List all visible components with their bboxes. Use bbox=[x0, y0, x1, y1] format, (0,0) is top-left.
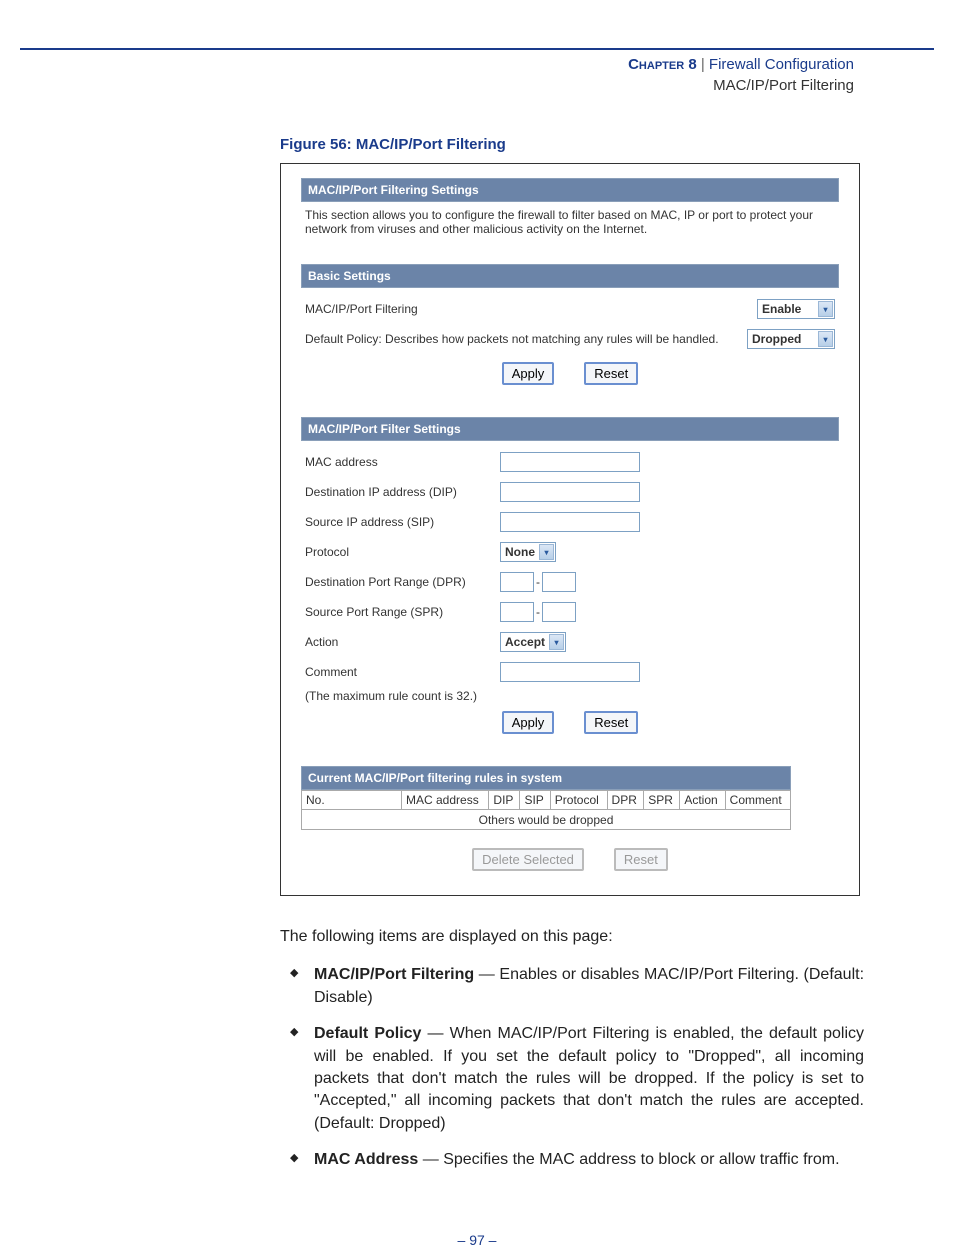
spr-to-input[interactable] bbox=[542, 602, 576, 622]
filtering-select-value: Enable bbox=[762, 302, 801, 316]
figure-caption: Figure 56: MAC/IP/Port Filtering bbox=[280, 136, 864, 153]
th-spr: SPR bbox=[644, 791, 680, 810]
max-rule-note: (The maximum rule count is 32.) bbox=[305, 689, 835, 703]
th-protocol: Protocol bbox=[550, 791, 607, 810]
list-item: Default Policy — When MAC/IP/Port Filter… bbox=[300, 1023, 864, 1135]
item-desc: — Specifies the MAC address to block or … bbox=[418, 1151, 839, 1168]
reset-button[interactable]: Reset bbox=[584, 362, 638, 385]
chevron-down-icon: ▾ bbox=[818, 331, 833, 347]
spr-label: Source Port Range (SPR) bbox=[305, 605, 500, 619]
screenshot-panel: MAC/IP/Port Filtering Settings This sect… bbox=[280, 163, 860, 896]
dpr-from-input[interactable] bbox=[500, 572, 534, 592]
mac-label: MAC address bbox=[305, 455, 500, 469]
chevron-down-icon: ▾ bbox=[549, 634, 564, 650]
item-term: MAC/IP/Port Filtering bbox=[314, 966, 474, 983]
chevron-down-icon: ▾ bbox=[818, 301, 833, 317]
chevron-down-icon: ▾ bbox=[539, 544, 554, 560]
mac-input[interactable] bbox=[500, 452, 640, 472]
comment-label: Comment bbox=[305, 665, 500, 679]
th-comment: Comment bbox=[725, 791, 790, 810]
delete-selected-button[interactable]: Delete Selected bbox=[472, 848, 584, 871]
protocol-value: None bbox=[505, 545, 535, 559]
default-policy-select[interactable]: Dropped ▾ bbox=[747, 329, 835, 349]
th-sip: SIP bbox=[520, 791, 550, 810]
chapter-number: Chapter 8 bbox=[628, 56, 697, 73]
action-select[interactable]: Accept ▾ bbox=[500, 632, 566, 652]
dpr-label: Destination Port Range (DPR) bbox=[305, 575, 500, 589]
dash-sep: - bbox=[536, 605, 540, 619]
comment-input[interactable] bbox=[500, 662, 640, 682]
settings-panel-title: MAC/IP/Port Filtering Settings bbox=[301, 178, 839, 202]
basic-settings-title: Basic Settings bbox=[301, 264, 839, 288]
chapter-title: Firewall Configuration bbox=[709, 56, 854, 73]
filtering-select[interactable]: Enable ▾ bbox=[757, 299, 835, 319]
rules-panel-title: Current MAC/IP/Port filtering rules in s… bbox=[301, 766, 791, 790]
intro-text: The following items are displayed on thi… bbox=[280, 926, 864, 948]
apply-button[interactable]: Apply bbox=[502, 362, 555, 385]
section-subtitle: MAC/IP/Port Filtering bbox=[0, 75, 854, 96]
chapter-header: Chapter 8 | Firewall Configuration bbox=[0, 54, 854, 75]
rules-table: No. MAC address DIP SIP Protocol DPR SPR… bbox=[301, 790, 791, 830]
page-number: – 97 – bbox=[0, 1232, 954, 1248]
table-row: Others would be dropped bbox=[302, 810, 791, 830]
separator: | bbox=[701, 56, 705, 73]
item-term: Default Policy bbox=[314, 1025, 421, 1042]
sip-input[interactable] bbox=[500, 512, 640, 532]
reset-button-3[interactable]: Reset bbox=[614, 848, 668, 871]
dash-sep: - bbox=[536, 575, 540, 589]
protocol-label: Protocol bbox=[305, 545, 500, 559]
th-dip: DIP bbox=[489, 791, 520, 810]
apply-button-2[interactable]: Apply bbox=[502, 711, 555, 734]
protocol-select[interactable]: None ▾ bbox=[500, 542, 556, 562]
sip-label: Source IP address (SIP) bbox=[305, 515, 500, 529]
dpr-to-input[interactable] bbox=[542, 572, 576, 592]
th-dpr: DPR bbox=[607, 791, 644, 810]
default-policy-value: Dropped bbox=[752, 332, 801, 346]
item-term: MAC Address bbox=[314, 1151, 418, 1168]
reset-button-2[interactable]: Reset bbox=[584, 711, 638, 734]
th-action: Action bbox=[680, 791, 725, 810]
filter-settings-title: MAC/IP/Port Filter Settings bbox=[301, 417, 839, 441]
list-item: MAC Address — Specifies the MAC address … bbox=[300, 1149, 864, 1171]
dip-label: Destination IP address (DIP) bbox=[305, 485, 500, 499]
action-label: Action bbox=[305, 635, 500, 649]
others-dropped-text: Others would be dropped bbox=[302, 810, 791, 830]
th-mac: MAC address bbox=[402, 791, 489, 810]
th-no: No. bbox=[302, 791, 402, 810]
list-item: MAC/IP/Port Filtering — Enables or disab… bbox=[300, 964, 864, 1009]
spr-from-input[interactable] bbox=[500, 602, 534, 622]
filtering-label: MAC/IP/Port Filtering bbox=[305, 302, 757, 316]
default-policy-label: Default Policy: Describes how packets no… bbox=[305, 332, 747, 346]
dip-input[interactable] bbox=[500, 482, 640, 502]
action-value: Accept bbox=[505, 635, 545, 649]
table-header-row: No. MAC address DIP SIP Protocol DPR SPR… bbox=[302, 791, 791, 810]
settings-panel-desc: This section allows you to configure the… bbox=[301, 202, 839, 246]
item-list: MAC/IP/Port Filtering — Enables or disab… bbox=[280, 964, 864, 1171]
